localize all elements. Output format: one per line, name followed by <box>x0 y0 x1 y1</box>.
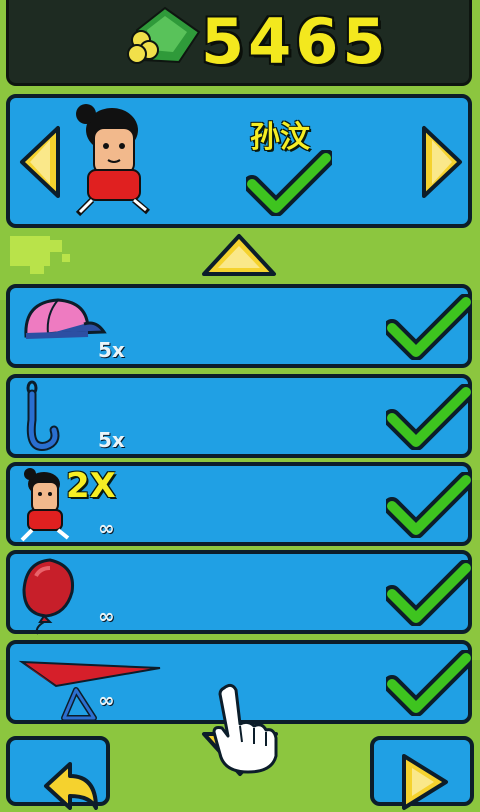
cap-icon <box>24 298 107 339</box>
check-icon[interactable] <box>386 650 472 716</box>
play-button[interactable] <box>370 736 474 810</box>
item-count: 5x <box>98 428 125 452</box>
item-row-hook[interactable]: 5x <box>6 374 472 458</box>
item-count: ∞ <box>98 516 115 540</box>
item-row-double-character[interactable]: 2X ∞ <box>6 462 472 546</box>
character-selector: 孙汶 <box>6 94 472 228</box>
item-count: 5x <box>98 338 125 362</box>
character-avatar <box>75 104 150 217</box>
check-icon[interactable] <box>386 472 472 538</box>
scroll-up-button[interactable] <box>200 232 278 278</box>
check-icon[interactable] <box>386 294 472 360</box>
back-arrow-icon <box>44 762 98 810</box>
character-selected-check-icon <box>246 150 332 216</box>
next-character-button[interactable] <box>420 124 464 200</box>
item-count: ∞ <box>98 688 115 712</box>
paper-plane-icon <box>18 660 161 721</box>
check-icon[interactable] <box>386 384 472 450</box>
pointer-hand-icon <box>212 683 278 774</box>
score-bar: 5465 <box>6 0 472 86</box>
character-icon <box>20 468 70 542</box>
coins-money-icon <box>127 6 201 64</box>
balloon-icon <box>22 558 75 635</box>
play-arrow-icon <box>402 754 448 810</box>
item-count: ∞ <box>98 604 115 628</box>
pixel-decoration <box>10 236 70 274</box>
back-button[interactable] <box>6 736 110 810</box>
score-value: 5465 <box>201 5 390 78</box>
item-row-cap[interactable]: 5x <box>6 284 472 368</box>
item-row-balloon[interactable]: ∞ <box>6 550 472 635</box>
double-badge: 2X <box>66 466 116 506</box>
hook-icon <box>26 380 60 451</box>
check-icon[interactable] <box>386 560 472 626</box>
previous-character-button[interactable] <box>18 124 62 200</box>
